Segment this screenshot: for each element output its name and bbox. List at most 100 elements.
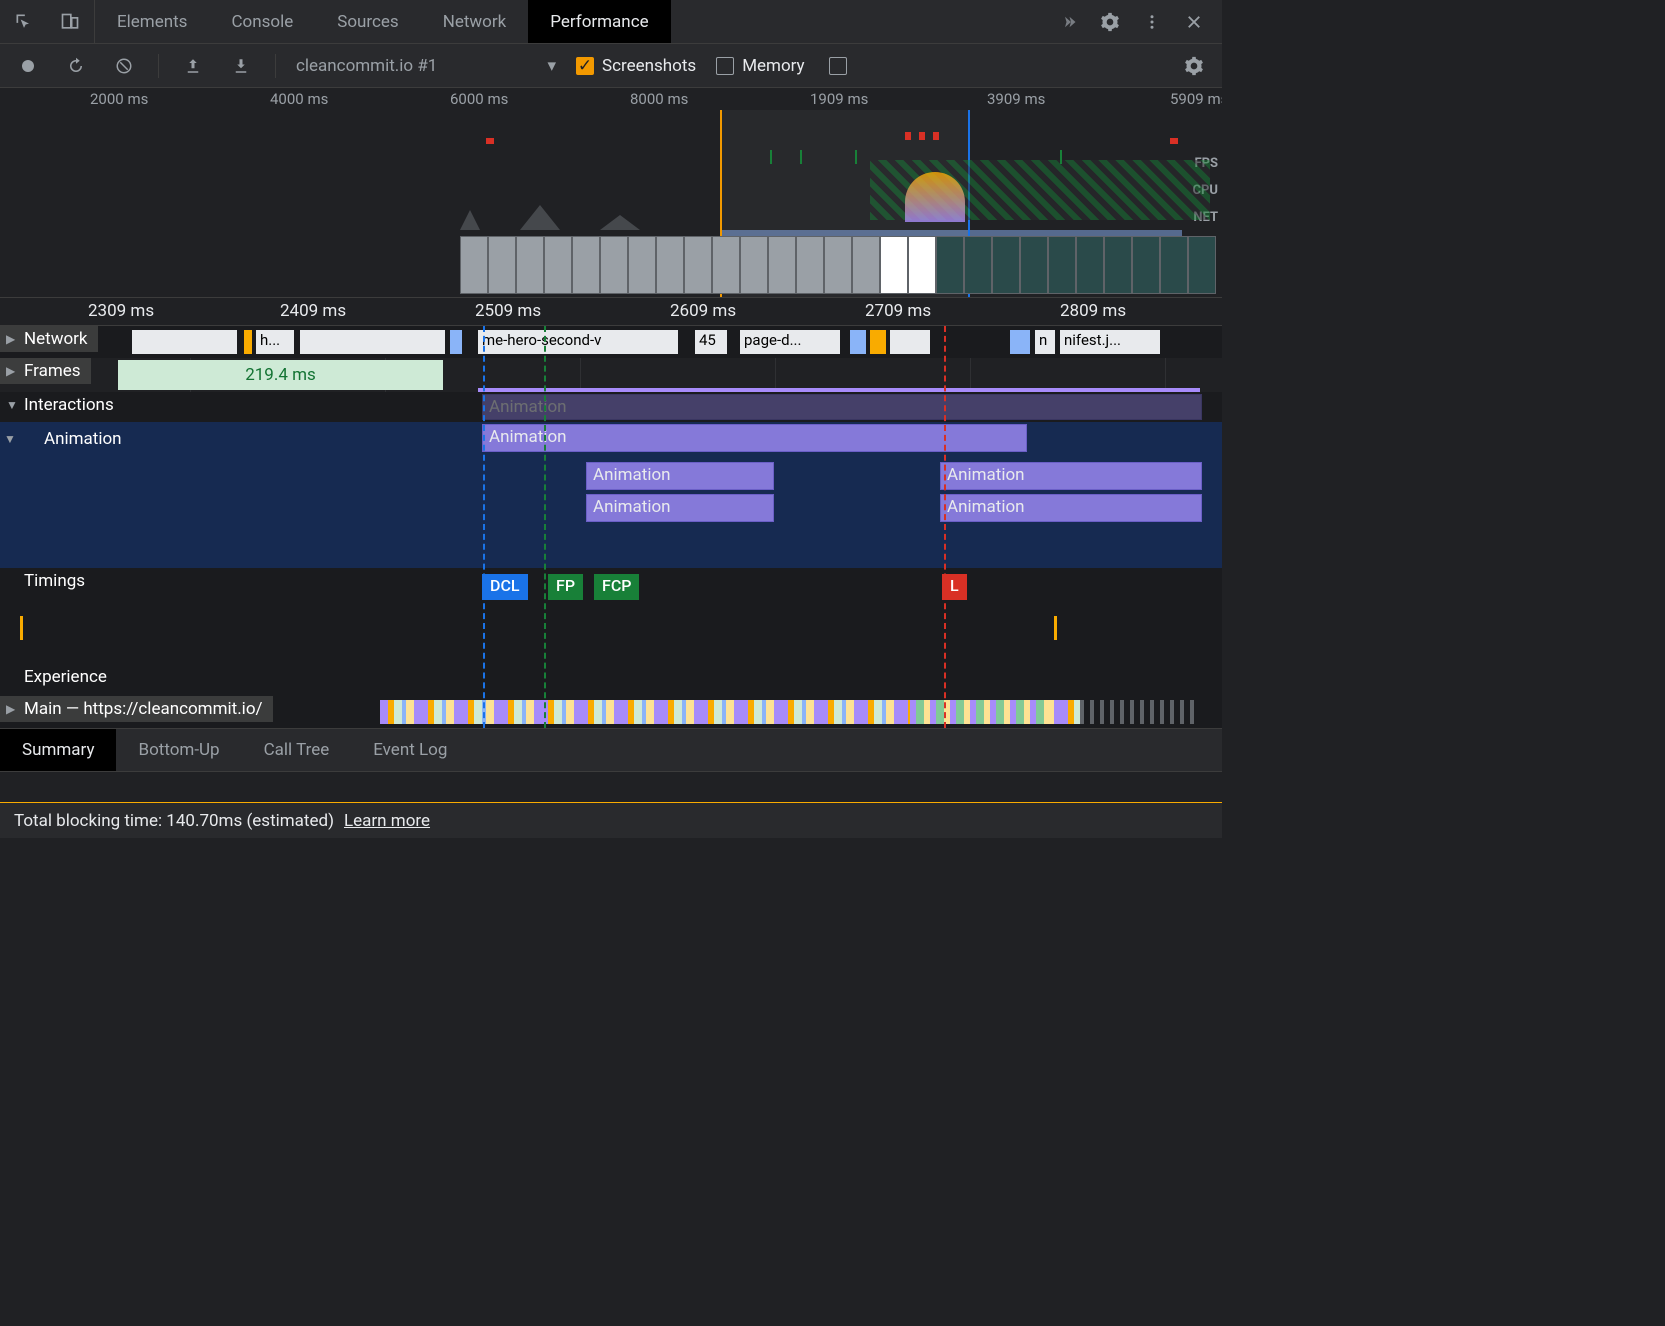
close-icon[interactable] <box>1180 8 1208 36</box>
tab-call-tree[interactable]: Call Tree <box>242 729 352 771</box>
summary-tabs: Summary Bottom-Up Call Tree Event Log <box>0 728 1222 772</box>
ruler-tick: 2609 ms <box>670 301 736 321</box>
upload-button[interactable] <box>179 52 207 80</box>
ruler-tick: 2709 ms <box>865 301 931 321</box>
more-tabs-icon[interactable] <box>1054 8 1082 36</box>
expand-icon: ▼ <box>6 398 18 412</box>
network-track[interactable]: ▶ Network h... me-hero-second-v 45 page-… <box>0 326 1222 358</box>
timing-dcl-badge[interactable]: DCL <box>482 574 528 600</box>
animation-label: Animation <box>44 429 122 449</box>
timings-track-header[interactable]: Timings <box>0 568 95 594</box>
ruler-tick: 2409 ms <box>280 301 346 321</box>
main-track-header[interactable]: ▶ Main — https://cleancommit.io/ <box>0 696 273 722</box>
animation-bar[interactable]: Animation <box>482 394 1202 420</box>
memory-checkbox[interactable]: Memory <box>716 56 804 76</box>
tab-event-log[interactable]: Event Log <box>351 729 469 771</box>
flame-stripe[interactable] <box>380 700 1200 724</box>
tab-console[interactable]: Console <box>209 0 315 43</box>
overview-ruler: 2000 ms 4000 ms 6000 ms 8000 ms 1909 ms … <box>0 88 1222 110</box>
animation-bar[interactable]: Animation <box>586 462 774 490</box>
download-button[interactable] <box>227 52 255 80</box>
clear-button[interactable] <box>110 52 138 80</box>
ruler-tick: 6000 ms <box>450 90 508 108</box>
net-block[interactable]: page-d... <box>740 330 840 354</box>
timings-label: Timings <box>24 571 85 591</box>
net-block[interactable] <box>244 330 252 354</box>
ruler-tick: 2309 ms <box>88 301 154 321</box>
net-block[interactable] <box>1010 330 1030 354</box>
experience-track[interactable]: Experience <box>0 664 1222 696</box>
net-block[interactable] <box>132 330 237 354</box>
total-blocking-time: Total blocking time: 140.70ms (estimated… <box>14 811 334 831</box>
net-block[interactable]: 45 <box>695 330 727 354</box>
net-block[interactable] <box>870 330 886 354</box>
interactions-track[interactable]: ▼ Animation Animation Animation Animatio… <box>0 422 1222 568</box>
extra-checkbox[interactable] <box>829 57 847 75</box>
detail-ruler[interactable]: 2309 ms 2409 ms 2509 ms 2609 ms 2709 ms … <box>0 298 1222 326</box>
timing-l-badge[interactable]: L <box>942 574 967 600</box>
reload-button[interactable] <box>62 52 90 80</box>
timings-track[interactable]: Timings DCL FP FCP L <box>0 568 1222 664</box>
expand-icon: ▼ <box>4 432 16 446</box>
flame-stripe[interactable] <box>910 700 1050 724</box>
main-label: Main — https://cleancommit.io/ <box>24 699 263 719</box>
interactions-track-header[interactable]: ▼ Interactions <box>0 392 124 418</box>
expand-icon: ▶ <box>6 702 15 716</box>
frame-block[interactable]: 219.4 ms <box>118 360 443 390</box>
net-block[interactable]: h... <box>256 330 294 354</box>
animation-bar[interactable]: Animation <box>482 424 1027 452</box>
net-block[interactable] <box>450 330 462 354</box>
net-block[interactable] <box>890 330 930 354</box>
learn-more-link[interactable]: Learn more <box>344 811 430 831</box>
animation-bar[interactable]: Animation <box>586 494 774 522</box>
network-track-header[interactable]: ▶ Network <box>0 326 98 352</box>
profile-name: cleancommit.io #1 <box>296 56 437 76</box>
animation-bar[interactable]: Animation <box>940 494 1202 522</box>
memory-label: Memory <box>742 56 804 76</box>
flame-stripe[interactable] <box>1080 700 1200 724</box>
tab-network[interactable]: Network <box>421 0 529 43</box>
screenshots-checkbox[interactable]: ✓ Screenshots <box>576 56 696 76</box>
net-block[interactable] <box>850 330 866 354</box>
checkbox-icon <box>829 57 847 75</box>
net-block[interactable] <box>300 330 445 354</box>
profile-dropdown[interactable]: cleancommit.io #1 ▾ <box>296 56 556 76</box>
tab-sources[interactable]: Sources <box>315 0 420 43</box>
ruler-tick: 2809 ms <box>1060 301 1126 321</box>
kebab-icon[interactable] <box>1138 8 1166 36</box>
ruler-tick: 3909 ms <box>987 90 1045 108</box>
experience-track-header[interactable]: Experience <box>0 664 117 690</box>
interactions-header-row[interactable]: ▼ Interactions Animation <box>0 392 1222 422</box>
frames-track-header[interactable]: ▶ Frames <box>0 358 91 384</box>
ruler-tick: 5909 ms <box>1170 90 1222 108</box>
overview-timeline[interactable]: 2000 ms 4000 ms 6000 ms 8000 ms 1909 ms … <box>0 88 1222 298</box>
summary-body <box>0 772 1222 802</box>
device-icon[interactable] <box>56 8 84 36</box>
tab-bottom-up[interactable]: Bottom-Up <box>116 729 241 771</box>
network-label: Network <box>24 329 88 349</box>
net-block[interactable]: nifest.j... <box>1060 330 1160 354</box>
tab-summary[interactable]: Summary <box>0 729 116 771</box>
gear-icon[interactable] <box>1180 52 1208 80</box>
checkbox-icon: ✓ <box>576 57 594 75</box>
animation-bar[interactable]: Animation <box>940 462 1202 490</box>
ruler-tick: 2509 ms <box>475 301 541 321</box>
tab-performance[interactable]: Performance <box>528 0 670 43</box>
timing-tick <box>1054 616 1057 640</box>
net-block[interactable]: me-hero-second-v <box>478 330 678 354</box>
tab-elements[interactable]: Elements <box>95 0 209 43</box>
timing-fcp-badge[interactable]: FCP <box>594 574 639 600</box>
chevron-down-icon: ▾ <box>547 56 556 76</box>
timing-fp-badge[interactable]: FP <box>548 574 583 600</box>
frames-label: Frames <box>24 361 81 381</box>
devtools-tabs: Elements Console Sources Network Perform… <box>95 0 1040 43</box>
frames-track[interactable]: ▶ Frames 219.4 ms <box>0 358 1222 392</box>
settings-icon[interactable] <box>1096 8 1124 36</box>
ruler-tick: 8000 ms <box>630 90 688 108</box>
net-block[interactable]: n <box>1035 330 1055 354</box>
main-track[interactable]: ▶ Main — https://cleancommit.io/ <box>0 696 1222 728</box>
record-button[interactable] <box>14 52 42 80</box>
expand-icon: ▶ <box>6 364 15 378</box>
animation-subheader[interactable]: ▼ Animation <box>20 426 132 452</box>
inspect-icon[interactable] <box>10 8 38 36</box>
